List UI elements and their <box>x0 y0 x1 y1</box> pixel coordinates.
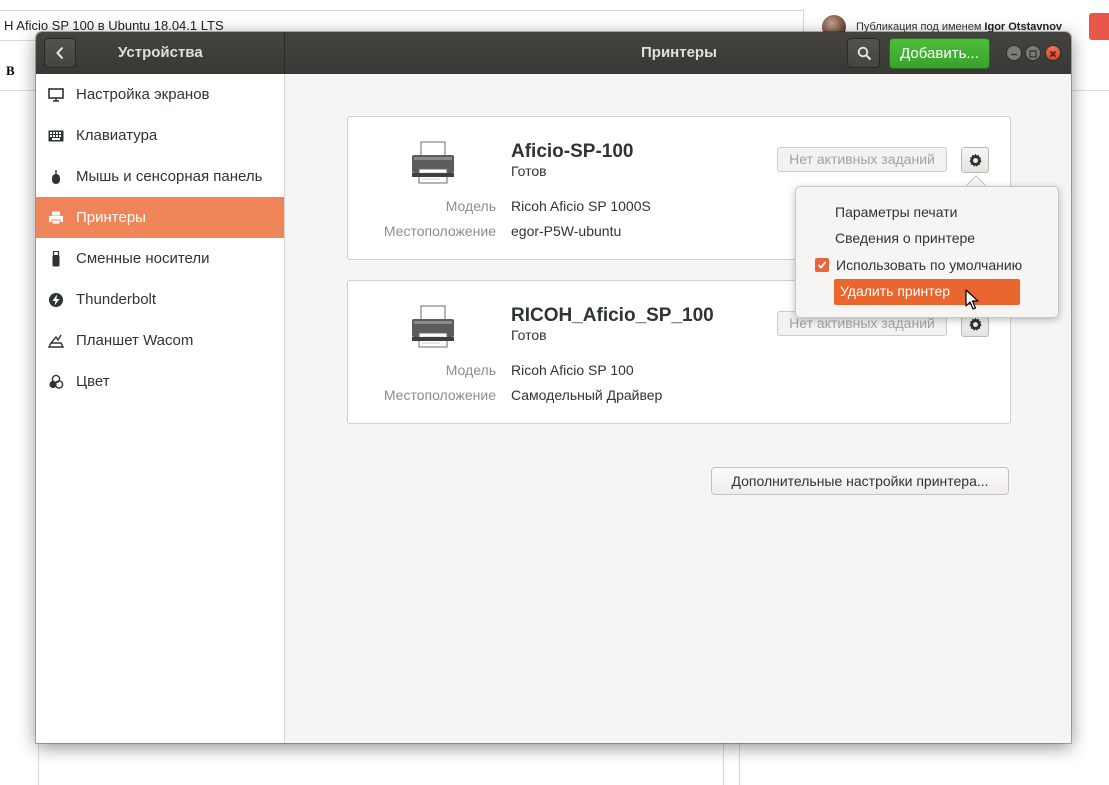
maximize-button[interactable] <box>1025 45 1041 61</box>
printer-options-menu: Параметры печати Сведения о принтере Исп… <box>795 186 1059 318</box>
usb-drive-icon <box>36 250 76 267</box>
checkmark-icon <box>817 261 827 269</box>
menu-item-print-options[interactable]: Параметры печати <box>835 204 957 220</box>
sidebar: Настройка экранов Клавиатура Мышь и сенс… <box>36 74 285 743</box>
jobs-button[interactable]: Нет активных заданий <box>777 147 947 172</box>
settings-window: Устройства Принтеры Добавить... Настройк… <box>36 32 1071 743</box>
close-icon <box>1049 50 1057 58</box>
menu-item-printer-details[interactable]: Сведения о принтере <box>835 230 975 246</box>
model-value: Ricoh Aficio SP 1000S <box>511 198 651 214</box>
sidebar-item-label: Цвет <box>76 373 110 390</box>
menu-item-set-default[interactable]: Использовать по умолчанию <box>836 257 1022 273</box>
sidebar-item-mouse[interactable]: Мышь и сенсорная панель <box>36 156 284 197</box>
printer-name: Aficio-SP-100 <box>511 141 634 162</box>
panel-title: Устройства <box>118 44 203 61</box>
keyboard-icon <box>36 130 76 142</box>
publish-button[interactable] <box>1089 13 1109 40</box>
location-value: Самодельный Драйвер <box>511 387 663 403</box>
gear-icon <box>969 317 982 331</box>
search-icon <box>857 46 872 61</box>
sidebar-item-keyboard[interactable]: Клавиатура <box>36 115 284 156</box>
model-value: Ricoh Aficio SP 100 <box>511 362 634 378</box>
header-bar: Устройства Принтеры Добавить... <box>36 32 1071 74</box>
printer-icon <box>412 305 454 348</box>
add-printer-button[interactable]: Добавить... <box>889 38 990 69</box>
header-left-pane: Устройства <box>36 32 285 74</box>
mouse-cursor-icon <box>965 289 979 310</box>
display-icon <box>36 87 76 102</box>
mouse-icon <box>36 169 76 185</box>
chevron-left-icon <box>56 46 64 60</box>
additional-printer-settings-button[interactable]: Дополнительные настройки принтера... <box>711 467 1009 495</box>
model-label: Модель <box>445 198 496 214</box>
tablet-icon <box>36 333 76 349</box>
printers-panel: Aficio-SP-100 Готов Модель Ricoh Aficio … <box>285 74 1071 743</box>
minimize-button[interactable] <box>1006 45 1022 61</box>
sidebar-item-color[interactable]: Цвет <box>36 361 284 402</box>
maximize-icon <box>1029 50 1037 58</box>
printer-icon <box>412 141 454 184</box>
sidebar-item-label: Мышь и сенсорная панель <box>76 168 263 185</box>
page-title: Принтеры <box>641 44 717 61</box>
sidebar-item-label: Планшет Wacom <box>76 332 194 349</box>
location-label: Местоположение <box>383 387 496 403</box>
search-button[interactable] <box>847 38 880 68</box>
sidebar-item-label: Клавиатура <box>76 127 158 144</box>
header-right-pane: Принтеры Добавить... <box>285 32 1071 74</box>
sidebar-item-removable-media[interactable]: Сменные носители <box>36 238 284 279</box>
printer-name: RICOH_Aficio_SP_100 <box>511 305 714 326</box>
sidebar-item-label: Настройка экранов <box>76 86 210 103</box>
thunderbolt-icon <box>36 292 76 308</box>
printer-icon <box>36 211 76 225</box>
menu-item-remove-printer[interactable]: Удалить принтер <box>834 279 1020 305</box>
printer-status: Готов <box>511 163 547 179</box>
close-button[interactable] <box>1045 45 1061 61</box>
sidebar-item-wacom[interactable]: Планшет Wacom <box>36 320 284 361</box>
minimize-icon <box>1011 53 1017 56</box>
sidebar-item-label: Принтеры <box>76 209 146 226</box>
sidebar-item-label: Сменные носители <box>76 250 210 267</box>
bold-button[interactable]: B <box>6 63 15 79</box>
sidebar-item-label: Thunderbolt <box>76 291 157 308</box>
location-value: egor-P5W-ubuntu <box>511 223 622 239</box>
color-icon <box>36 374 76 390</box>
sidebar-item-thunderbolt[interactable]: Thunderbolt <box>36 279 284 320</box>
printer-settings-button[interactable] <box>961 147 989 173</box>
gear-icon <box>969 153 982 167</box>
default-checkbox[interactable] <box>815 258 829 272</box>
location-label: Местоположение <box>383 223 496 239</box>
sidebar-item-displays[interactable]: Настройка экранов <box>36 74 284 115</box>
back-button[interactable] <box>44 38 76 68</box>
model-label: Модель <box>445 362 496 378</box>
sidebar-item-printers[interactable]: Принтеры <box>36 197 284 238</box>
printer-status: Готов <box>511 327 547 343</box>
